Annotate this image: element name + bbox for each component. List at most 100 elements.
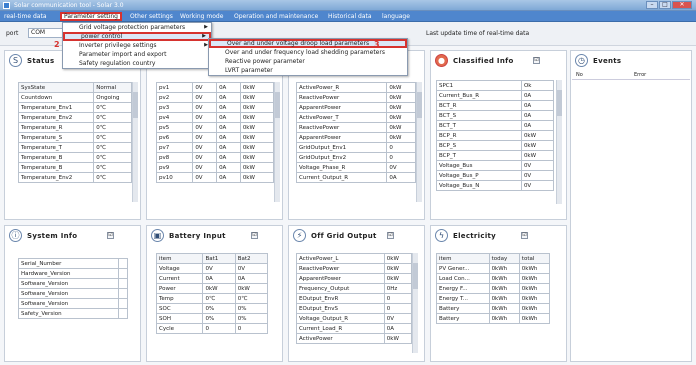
status-cell: 0℃ [93, 102, 132, 113]
electricity-cell: 0kWh [518, 293, 551, 304]
menu-historical-data[interactable]: Historical data [326, 12, 374, 21]
pv-cell: pv1 [155, 82, 194, 93]
status-cell: 0℃ [93, 142, 132, 153]
electricity-header-cell: today [488, 253, 520, 264]
power-cell: 0kW [386, 82, 416, 93]
system-checkbox[interactable]: ☑ [107, 232, 114, 239]
offgrid-checkbox[interactable]: ☑ [387, 232, 394, 239]
menu-real-time-data[interactable]: real-time data [2, 12, 49, 21]
offgrid-scrollbar[interactable] [412, 253, 418, 353]
classified-cell: BCT_T [436, 120, 522, 131]
battery-cell: 0A [202, 273, 236, 284]
menu-item-grid-voltage-protection[interactable]: Grid voltage protection parameters ▶ [63, 23, 211, 32]
power-cell: 0kW [386, 102, 416, 113]
menu-other-settings[interactable]: Other settings [128, 12, 175, 21]
submenu-item-reactive-power[interactable]: Reactive power parameter [209, 57, 407, 66]
menu-language[interactable]: language [380, 12, 412, 21]
menu-item-label: power control [81, 33, 123, 40]
status-title: Status [27, 57, 55, 65]
classified-cell: Voltage_Bus_P [436, 170, 522, 181]
classified-cell: 0A [520, 120, 555, 131]
offgrid-cell: ApparentPower [296, 273, 385, 284]
pv-cell: pv9 [155, 162, 194, 173]
submenu-item-lvrt[interactable]: LVRT parameter [209, 66, 407, 75]
classified-icon: ● [435, 54, 448, 67]
electricity-cell: Energy F... [436, 283, 490, 294]
pv-scrollbar[interactable] [274, 82, 280, 202]
menu-operation-maintenance[interactable]: Operation and maintenance [232, 12, 320, 21]
power-cell: ActivePower_T [295, 112, 388, 123]
offgrid-cell: Frequency_Output [296, 283, 385, 294]
power-cell: GridOutput_Env2 [295, 152, 388, 163]
classified-cell: Current_Bus_R [436, 90, 522, 101]
pv-cell: 0V [192, 122, 218, 133]
pv-cell: 0A [216, 102, 241, 113]
offgrid-table: ActivePower_L 0kW ReactivePower 0kW Appare… [296, 253, 413, 344]
offgrid-cell: 0kW [383, 253, 413, 264]
power-scrollbar[interactable] [416, 82, 422, 202]
electricity-cell: 0kWh [518, 313, 551, 324]
menu-item-label: Grid voltage protection parameters [79, 24, 186, 31]
pv-table: pv1 0V 0A 0kW pv2 0V 0A 0kW pv3 0V 0A 0kW pv4 0V 0A… [155, 82, 275, 183]
system-cell: Software_Version [18, 288, 119, 299]
menu-item-label: Safety regulation country [79, 60, 156, 67]
power-cell: 0kW [386, 92, 416, 103]
classified-cell: 0V [520, 170, 555, 181]
system-cell [117, 298, 129, 309]
battery-cell: 0kW [234, 283, 269, 294]
electricity-checkbox[interactable]: ☑ [521, 232, 528, 239]
offgrid-cell: 0Hz [383, 283, 413, 294]
status-cell: Countdown [17, 92, 95, 103]
electricity-cell: Energy T... [436, 293, 490, 304]
status-scrollbar[interactable] [132, 82, 138, 202]
electricity-cell: Battery [436, 303, 490, 314]
grid-power-table: ActivePower_R 0kW ReactivePower 0kW Appare… [295, 82, 416, 183]
battery-header-cell: Bat1 [202, 253, 236, 264]
electricity-cell: 0kWh [518, 283, 551, 294]
menu-item-inverter-privilege[interactable]: Inverter privilege settings ▶ [63, 41, 211, 50]
system-cell [117, 278, 129, 289]
battery-cell: Temp [155, 293, 204, 304]
power-cell: 0kW [386, 122, 416, 133]
submenu-item-label: Over and under voltage droop load parame… [227, 40, 370, 47]
classified-cell: 0A [520, 110, 555, 121]
events-panel: ◷ Events [570, 50, 692, 362]
battery-cell: SOC [155, 303, 204, 314]
system-info-table: Serial_Number Hardware_Version Software_… [18, 258, 129, 319]
menu-parameter-setting[interactable]: Parameter setting [60, 12, 122, 21]
menu-item-power-control[interactable]: power control ▶ [63, 32, 211, 41]
classified-scrollbar[interactable] [556, 80, 562, 204]
classified-cell: 0kW [520, 130, 555, 141]
minimize-button[interactable]: – [646, 1, 658, 9]
battery-icon: ▣ [151, 229, 164, 242]
classified-cell: SPC1 [436, 80, 522, 91]
power-cell: GridOutput_Env1 [295, 142, 388, 153]
battery-cell: Cycle [155, 323, 204, 334]
menu-working-mode[interactable]: Working mode [178, 12, 225, 21]
offgrid-cell: Voltage_Output_R [296, 313, 385, 324]
status-cell: Temperature_B [17, 152, 95, 163]
power-cell: 0kW [386, 112, 416, 123]
submenu-item-frequency-shedding[interactable]: Over and under frequency load shedding p… [209, 48, 407, 57]
port-label: port [6, 30, 19, 37]
pv-cell: 0A [216, 162, 241, 173]
clock-icon: ◷ [575, 54, 588, 67]
classified-checkbox[interactable]: ☑ [533, 57, 540, 64]
menu-item-label: Inverter privilege settings [79, 42, 157, 49]
pv-cell: 0V [192, 142, 218, 153]
classified-cell: 0kW [520, 150, 555, 161]
battery-checkbox[interactable]: ☑ [251, 232, 258, 239]
submenu-item-label: LVRT parameter [225, 67, 273, 74]
maximize-button[interactable]: □ [659, 1, 671, 9]
menu-item-parameter-import-export[interactable]: Parameter import and export [63, 50, 211, 59]
pv-cell: 0V [192, 82, 218, 93]
battery-cell: 0V [202, 263, 236, 274]
menu-item-safety-regulation-country[interactable]: Safety regulation country [63, 59, 211, 68]
power-cell: ApparentPower [295, 132, 388, 143]
pv-cell: pv4 [155, 112, 194, 123]
close-button[interactable]: ✕ [672, 1, 692, 9]
classified-cell: BCT_S [436, 110, 522, 121]
battery-cell: 0V [234, 263, 269, 274]
classified-cell: Voltage_Bus [436, 160, 522, 171]
electricity-table: item today total PV Gener... 0kWh 0kWh Load … [436, 253, 551, 324]
